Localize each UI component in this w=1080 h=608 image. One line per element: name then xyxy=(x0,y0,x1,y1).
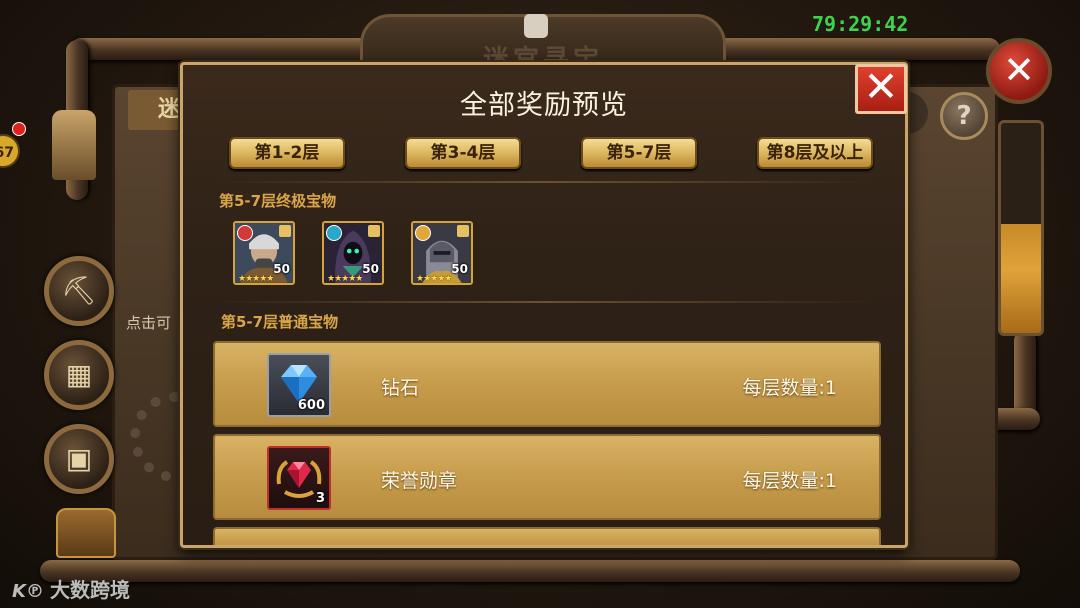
item-name: 钻石 xyxy=(381,377,420,399)
hero-shard-count: 50 xyxy=(273,262,290,276)
item-name: 荣誉勋章 xyxy=(381,470,458,492)
dialog-close-button[interactable]: ✕ xyxy=(855,64,907,114)
item-count: 3 xyxy=(315,491,325,506)
tab-floor-8-plus[interactable]: 第8层及以上 xyxy=(757,137,873,169)
pipe xyxy=(700,38,1000,60)
faction-icon xyxy=(237,225,253,241)
hero-reward-card[interactable]: 50 ★★★★★ xyxy=(233,221,295,285)
faction-icon xyxy=(415,225,431,241)
hero-reward-card[interactable]: 50 ★★★★★ xyxy=(411,221,473,285)
divider xyxy=(215,301,873,303)
pipe xyxy=(40,560,1020,582)
star-rating: ★★★★★ xyxy=(238,274,274,284)
tab-floor-1-2[interactable]: 第1-2层 xyxy=(229,137,345,169)
reward-row[interactable]: 3 荣誉勋章 每层数量:1 xyxy=(213,434,881,520)
item-quantity-per-floor: 每层数量:1 xyxy=(742,377,838,399)
hero-shard-count: 50 xyxy=(451,262,468,276)
treasure-chest-icon[interactable] xyxy=(56,508,116,558)
item-count: 600 xyxy=(297,398,325,413)
watermark: K℗ 大数跨境 xyxy=(12,574,130,603)
ultimate-section-label: 第5-7层终极宝物 xyxy=(219,192,337,210)
normal-section-label: 第5-7层普通宝物 xyxy=(221,313,339,331)
lamp-icon xyxy=(52,110,96,180)
puzzle-piece-icon xyxy=(279,225,291,237)
watermark-text: 大数跨境 xyxy=(49,578,130,602)
honor-medal-icon: 3 xyxy=(267,446,331,510)
item-quantity-per-floor: 每层数量:1 xyxy=(742,470,838,492)
dice-icon xyxy=(524,14,548,38)
divider xyxy=(215,181,873,183)
reward-row-partial[interactable] xyxy=(213,527,881,545)
puzzle-piece-icon xyxy=(457,225,469,237)
maze-hint: 点击可 xyxy=(126,314,172,332)
calendar-icon: ▦ xyxy=(65,358,93,391)
faction-icon xyxy=(326,225,342,241)
help-button[interactable]: ? xyxy=(940,92,988,140)
tab-floor-3-4[interactable]: 第3-4层 xyxy=(405,137,521,169)
maze-close-button[interactable]: ✕ xyxy=(986,38,1052,104)
reward-row[interactable]: 600 钻石 每层数量:1 xyxy=(213,341,881,427)
diamond-icon: 600 xyxy=(267,353,331,417)
reward-preview-dialog: 全部奖励预览 第1-2层 第3-4层 第5-7层 第8层及以上 第5-7层终极宝… xyxy=(180,62,908,548)
close-icon: ✕ xyxy=(863,62,899,111)
pipe xyxy=(70,38,390,60)
tab-floor-5-7[interactable]: 第5-7层 xyxy=(581,137,697,169)
watermark-logo-icon: K℗ xyxy=(12,581,44,602)
star-rating: ★★★★★ xyxy=(416,274,452,284)
event-timer: 79:29:42 xyxy=(812,12,909,36)
pickaxe-button[interactable]: ⛏ xyxy=(44,256,114,326)
hero-shard-count: 50 xyxy=(362,262,379,276)
notification-dot xyxy=(12,122,26,136)
hero-reward-card[interactable]: 50 ★★★★★ xyxy=(322,221,384,285)
gift-icon: ▣ xyxy=(65,442,93,475)
energy-gauge xyxy=(998,120,1044,336)
dialog-title: 全部奖励预览 xyxy=(460,90,628,121)
puzzle-piece-icon xyxy=(368,225,380,237)
pickaxe-icon: ⛏ xyxy=(61,274,97,307)
calendar-button[interactable]: ▦ xyxy=(44,340,114,410)
star-rating: ★★★★★ xyxy=(327,274,363,284)
level-badge[interactable]: 67 xyxy=(0,134,20,168)
gift-button[interactable]: ▣ xyxy=(44,424,114,494)
